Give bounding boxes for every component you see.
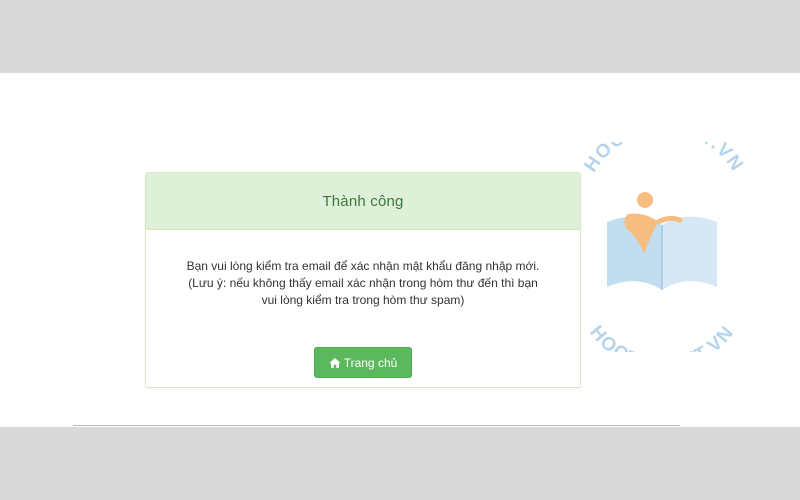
- success-title: Thành công: [322, 192, 404, 210]
- hoctot-watermark-logo: HOCTOT.NET.VN HOCTOT.NET.VN: [562, 142, 762, 352]
- divider: [73, 425, 680, 426]
- success-panel: Thành công Bạn vui lòng kiểm tra email đ…: [145, 172, 581, 388]
- home-button-label: Trang chủ: [343, 355, 398, 370]
- page: Thành công Bạn vui lòng kiểm tra email đ…: [0, 0, 800, 500]
- success-panel-body: Bạn vui lòng kiểm tra email để xác nhận …: [146, 230, 580, 378]
- watermark-text-bottom: HOCTOT.NET.VN: [585, 322, 737, 352]
- home-button[interactable]: Trang chủ: [314, 347, 412, 378]
- top-band: [0, 0, 800, 73]
- confirmation-message: Bạn vui lòng kiểm tra email để xác nhận …: [186, 259, 540, 307]
- home-icon: [329, 357, 341, 369]
- svg-text:HOCTOT.NET.VN: HOCTOT.NET.VN: [580, 142, 747, 176]
- bottom-band: [0, 427, 800, 500]
- watermark-text-top: HOCTOT.NET.VN: [580, 142, 746, 176]
- success-panel-header: Thành công: [146, 173, 580, 230]
- svg-text:HOCTOT.NET.VN: HOCTOT.NET.VN: [585, 322, 738, 352]
